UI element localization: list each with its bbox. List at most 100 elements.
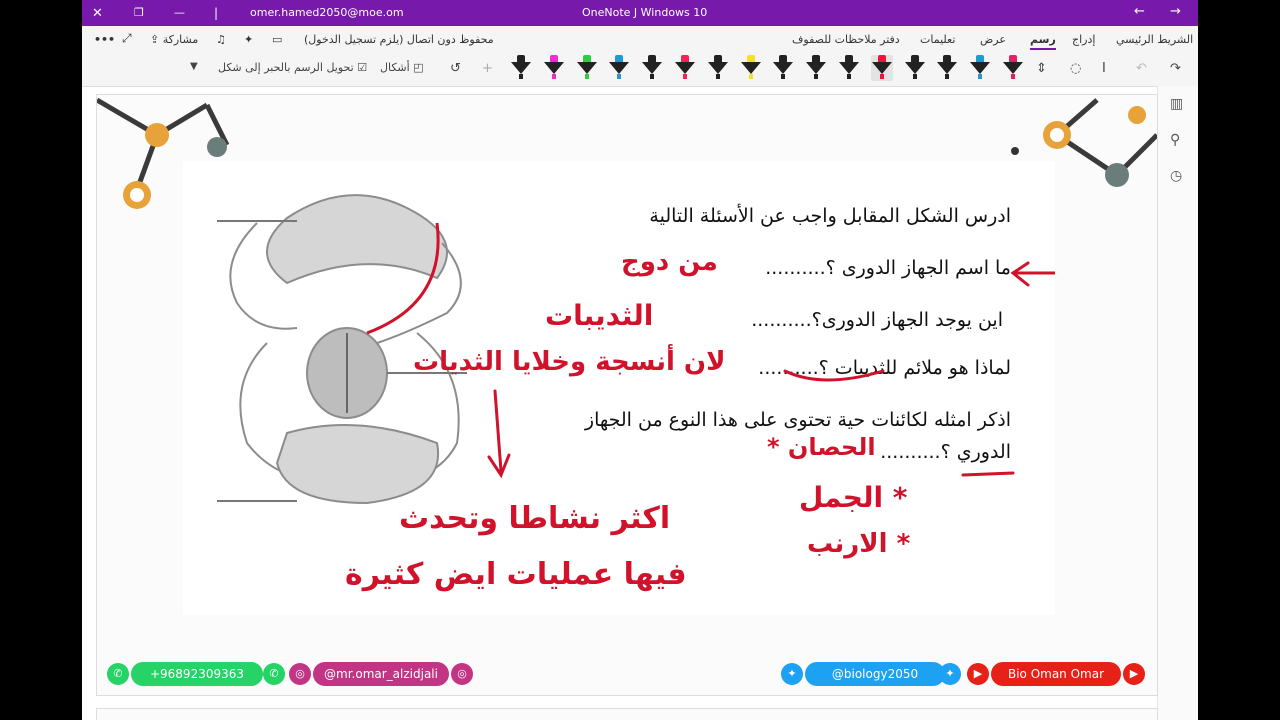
tab-view[interactable]: عرض bbox=[980, 33, 1006, 46]
shapes-button[interactable]: أشكال ◰ bbox=[380, 61, 424, 74]
next-page-canvas[interactable] bbox=[96, 708, 1158, 720]
pen-body bbox=[707, 62, 728, 74]
lasso-select-icon[interactable]: ◌ bbox=[1070, 61, 1081, 76]
pen-7-icon[interactable] bbox=[707, 55, 729, 81]
pen-body bbox=[642, 62, 663, 74]
whatsapp-number[interactable]: +96892309363 bbox=[131, 662, 263, 686]
pen-4-icon[interactable] bbox=[608, 55, 630, 81]
worksheet: ادرس الشكل المقابل واجب عن الأسئلة التال… bbox=[183, 161, 1055, 615]
whatsapp-icon-right[interactable]: ✆ bbox=[263, 663, 285, 685]
youtube-channel[interactable]: Bio Oman Omar bbox=[991, 662, 1121, 686]
pen-tip bbox=[847, 74, 851, 79]
whatsapp-icon[interactable]: ✆ bbox=[107, 663, 129, 685]
pen-tip bbox=[683, 74, 687, 79]
tab-insert[interactable]: إدراج bbox=[1072, 33, 1095, 46]
pen-body bbox=[740, 62, 761, 74]
pen-tip bbox=[650, 74, 655, 79]
ink-to-shape-label: تحويل الرسم بالحبر إلى شكل bbox=[218, 61, 354, 74]
pen-body bbox=[576, 62, 597, 74]
pen-3-icon[interactable] bbox=[576, 55, 598, 81]
instagram-icon[interactable]: ◎ bbox=[289, 663, 311, 685]
minimize-icon[interactable]: — bbox=[174, 6, 185, 19]
tab-home[interactable]: الشريط الرئيسي bbox=[1116, 33, 1193, 46]
handwritten-answer-3-cont-1: اكثر نشاطا وتحدث bbox=[399, 501, 671, 536]
pen-tip bbox=[912, 74, 917, 79]
title-bar: ✕ ❐ — | omer.hamed2050@moe.om OneNote J … bbox=[82, 0, 1198, 26]
instagram-icon-right[interactable]: ◎ bbox=[451, 663, 473, 685]
forward-icon[interactable]: → bbox=[1170, 4, 1181, 19]
pen-1-icon[interactable] bbox=[510, 55, 532, 81]
shapes-label: أشكال bbox=[380, 61, 410, 74]
pen-tip bbox=[978, 74, 983, 79]
twitter-handle[interactable]: @biology2050 bbox=[805, 662, 945, 686]
question-4-line-1: اذكر امثله لكائنات حية تحتوى على هذا الن… bbox=[584, 409, 1011, 431]
back-icon[interactable]: ← bbox=[1134, 4, 1145, 19]
onenote-window: ✕ ❐ — | omer.hamed2050@moe.om OneNote J … bbox=[82, 0, 1198, 720]
pen-14-icon[interactable] bbox=[936, 55, 958, 81]
pen-16-icon[interactable] bbox=[1002, 55, 1024, 81]
instagram-handle[interactable]: @mr.omar_alzidjali bbox=[313, 662, 449, 686]
restore-icon[interactable]: ❐ bbox=[134, 6, 144, 19]
question-2: اين يوجد الجهاز الدورى؟.......... bbox=[751, 309, 1003, 331]
handwritten-answer-1: من دوج bbox=[621, 247, 718, 277]
pen-9-icon[interactable] bbox=[772, 55, 794, 81]
pen-body bbox=[511, 62, 531, 74]
pen-tip bbox=[519, 74, 523, 79]
ruler-icon[interactable]: ⇕ bbox=[1036, 61, 1047, 76]
pen-body bbox=[543, 62, 564, 74]
bell-icon[interactable]: ♫ bbox=[216, 33, 226, 46]
handwritten-example-1: الحصان * bbox=[767, 433, 876, 461]
pen-13-icon[interactable] bbox=[904, 55, 926, 81]
pen-tip bbox=[617, 74, 622, 79]
twitter-icon-right[interactable]: ✦ bbox=[939, 663, 961, 685]
pen-body bbox=[773, 62, 794, 74]
pen-body bbox=[806, 62, 827, 74]
page-canvas[interactable]: ادرس الشكل المقابل واجب عن الأسئلة التال… bbox=[96, 94, 1158, 696]
pen-10-icon[interactable] bbox=[805, 55, 827, 81]
right-sidebar: ▥ ⚲ ◷ bbox=[1157, 86, 1198, 720]
pen-tip bbox=[945, 74, 950, 79]
save-status: محفوظ دون اتصال (يلزم تسجيل الدخول) bbox=[304, 33, 494, 46]
expand-icon[interactable]: ⤢ bbox=[122, 31, 132, 46]
add-pen-icon[interactable]: + bbox=[482, 61, 493, 76]
notebook-icon[interactable]: ▭ bbox=[272, 33, 282, 46]
pen-11-icon[interactable] bbox=[838, 55, 860, 81]
type-cursor-icon[interactable]: I bbox=[1102, 61, 1106, 76]
tab-draw[interactable]: رسم bbox=[1030, 33, 1056, 50]
pen-tip bbox=[748, 74, 753, 79]
handwritten-answer-3: لان أنسجة وخلايا الثديات bbox=[413, 347, 726, 377]
lightbulb-icon[interactable]: ✦ bbox=[244, 33, 253, 46]
tab-help[interactable]: تعليمات bbox=[920, 33, 955, 46]
draw-toolbar: ▼ تحويل الرسم بالحبر إلى شكل ☑ أشكال ◰ ↺… bbox=[82, 52, 1198, 87]
pen-body bbox=[937, 62, 958, 74]
account-email[interactable]: omer.hamed2050@moe.om bbox=[250, 6, 404, 19]
pen-tip bbox=[879, 74, 884, 79]
question-4-line-2: الدوري ؟.......... bbox=[880, 441, 1011, 463]
undo-icon[interactable]: ↶ bbox=[1136, 61, 1147, 76]
pen-tip bbox=[715, 74, 720, 79]
close-icon[interactable]: ✕ bbox=[92, 6, 103, 21]
pen-8-icon[interactable] bbox=[740, 55, 762, 81]
pen-5-icon[interactable] bbox=[641, 55, 663, 81]
pen-15-icon[interactable] bbox=[969, 55, 991, 81]
youtube-icon-right[interactable]: ▶ bbox=[1123, 663, 1145, 685]
redo-icon[interactable]: ↷ bbox=[1170, 61, 1181, 76]
pen-6-icon[interactable] bbox=[674, 55, 696, 81]
search-icon[interactable]: ⚲ bbox=[1170, 132, 1180, 148]
twitter-icon[interactable]: ✦ bbox=[781, 663, 803, 685]
pen-body bbox=[675, 62, 695, 74]
share-button[interactable]: مشاركة ⇪ bbox=[150, 33, 198, 46]
pen-12-icon[interactable] bbox=[870, 55, 893, 81]
handwritten-example-3: * الارنب bbox=[807, 529, 911, 559]
youtube-icon[interactable]: ▶ bbox=[967, 663, 989, 685]
lasso-eraser-icon[interactable]: ↺ bbox=[450, 61, 461, 76]
more-options-icon[interactable]: ••• bbox=[94, 33, 115, 46]
share-label: مشاركة bbox=[162, 33, 199, 46]
notebooks-icon[interactable]: ▥ bbox=[1170, 96, 1183, 112]
chevron-down-icon[interactable]: ▼ bbox=[190, 61, 198, 72]
recent-clock-icon[interactable]: ◷ bbox=[1170, 168, 1182, 184]
app-title: OneNote J Windows 10 bbox=[582, 6, 708, 19]
ink-to-shape-button[interactable]: تحويل الرسم بالحبر إلى شكل ☑ bbox=[218, 61, 367, 74]
pen-2-icon[interactable] bbox=[543, 55, 565, 81]
tab-class-notebook[interactable]: دفتر ملاحظات للصفوف bbox=[792, 33, 900, 46]
